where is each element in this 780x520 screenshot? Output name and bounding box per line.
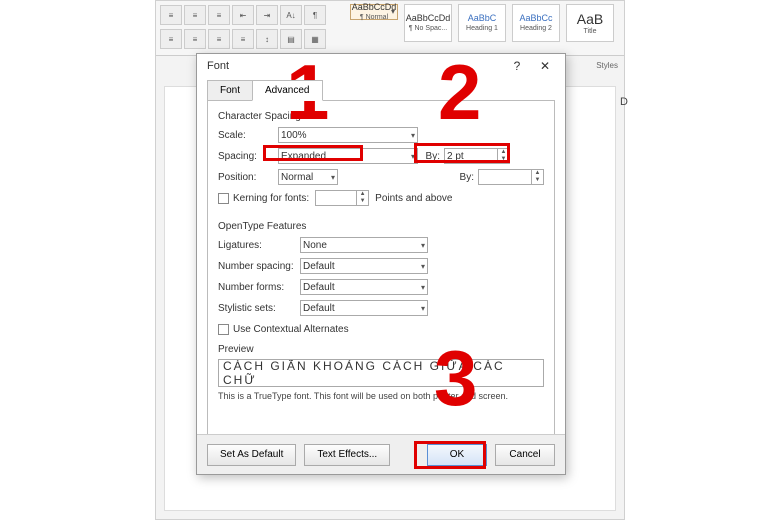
number-forms-dropdown[interactable]: Default — [300, 279, 428, 295]
position-dropdown[interactable]: Normal — [278, 169, 338, 185]
borders-icon[interactable]: ▦ — [304, 29, 326, 49]
sort-icon[interactable]: A↓ — [280, 5, 302, 25]
spinner-icon[interactable]: ▲▼ — [497, 149, 509, 163]
shading-icon[interactable]: ▤ — [280, 29, 302, 49]
spacing-by-label: By: — [422, 151, 440, 162]
scale-dropdown[interactable]: 100% — [278, 127, 418, 143]
spinner-icon[interactable]: ▲▼ — [531, 170, 543, 184]
spacing-dropdown[interactable]: Expanded — [278, 148, 418, 164]
set-as-default-button[interactable]: Set As Default — [207, 444, 296, 466]
kerning-checkbox[interactable] — [218, 193, 229, 204]
stylistic-sets-dropdown[interactable]: Default — [300, 300, 428, 316]
position-by-input[interactable]: ▲▼ — [478, 169, 544, 185]
spacing-label: Spacing: — [218, 151, 278, 162]
ribbon: ≡ ≡ ≡ ⇤ ⇥ A↓ ¶ ≡ ≡ ≡ ≡ ↕ ▤ ▦ AaBbCcDd ¶ … — [156, 1, 624, 56]
number-forms-label: Number forms: — [218, 282, 300, 293]
help-button[interactable]: ? — [503, 54, 531, 78]
close-button[interactable]: ✕ — [531, 54, 559, 78]
styles-group-label: Styles — [596, 61, 618, 70]
ok-button[interactable]: OK — [427, 444, 487, 466]
spinner-icon[interactable]: ▲▼ — [356, 191, 368, 205]
kerning-label: Kerning for fonts: — [233, 193, 309, 204]
number-spacing-dropdown[interactable]: Default — [300, 258, 428, 274]
spacing-by-input[interactable]: 2 pt▲▼ — [444, 148, 510, 164]
contextual-alternates-checkbox[interactable] — [218, 324, 229, 335]
contextual-alternates-label: Use Contextual Alternates — [233, 324, 349, 335]
numbering-icon[interactable]: ≡ — [184, 5, 206, 25]
indent-dec-icon[interactable]: ⇤ — [232, 5, 254, 25]
align-center-icon[interactable]: ≡ — [184, 29, 206, 49]
tab-font[interactable]: Font — [207, 80, 253, 101]
tab-panel-advanced: Character Spacing Scale: 100% Spacing: E… — [207, 100, 555, 442]
font-dialog: Font ? ✕ Font Advanced Character Spacing… — [196, 53, 566, 475]
pilcrow-icon[interactable]: ¶ — [304, 5, 326, 25]
indent-inc-icon[interactable]: ⇥ — [256, 5, 278, 25]
style-heading-1[interactable]: AaBbC Heading 1 — [458, 4, 506, 42]
number-spacing-label: Number spacing: — [218, 261, 300, 272]
style-title[interactable]: AaB Title — [566, 4, 614, 42]
preview-note: This is a TrueType font. This font will … — [218, 391, 544, 401]
preview-label: Preview — [218, 344, 544, 355]
tab-advanced[interactable]: Advanced — [252, 80, 322, 101]
position-label: Position: — [218, 172, 278, 183]
paragraph-group: ≡ ≡ ≡ ⇤ ⇥ A↓ ¶ ≡ ≡ ≡ ≡ ↕ ▤ ▦ — [156, 1, 346, 55]
justify-icon[interactable]: ≡ — [232, 29, 254, 49]
character-spacing-group: Character Spacing — [218, 111, 544, 122]
scale-label: Scale: — [218, 130, 278, 141]
styles-gallery[interactable]: AaBbCcDd ¶ Normal AaBbCcDd ¶ No Spac... … — [346, 1, 618, 55]
style-heading-2[interactable]: AaBbCc Heading 2 — [512, 4, 560, 42]
multilevel-icon[interactable]: ≡ — [208, 5, 230, 25]
align-right-icon[interactable]: ≡ — [208, 29, 230, 49]
dialog-title-text: Font — [207, 54, 229, 78]
cancel-button[interactable]: Cancel — [495, 444, 555, 466]
app-window: ≡ ≡ ≡ ⇤ ⇥ A↓ ¶ ≡ ≡ ≡ ≡ ↕ ▤ ▦ AaBbCcDd ¶ … — [155, 0, 625, 520]
stylistic-sets-label: Stylistic sets: — [218, 303, 300, 314]
style-normal[interactable]: AaBbCcDd ¶ Normal — [350, 4, 398, 20]
dialog-footer: Set As Default Text Effects... OK Cancel — [197, 434, 565, 474]
bullets-icon[interactable]: ≡ — [160, 5, 182, 25]
dialog-tabs: Font Advanced — [207, 80, 565, 101]
ligatures-label: Ligatures: — [218, 240, 300, 251]
ligatures-dropdown[interactable]: None — [300, 237, 428, 253]
align-left-icon[interactable]: ≡ — [160, 29, 182, 49]
kerning-suffix: Points and above — [375, 193, 452, 204]
opentype-group: OpenType Features — [218, 221, 544, 232]
dialog-titlebar[interactable]: Font ? ✕ — [197, 54, 565, 78]
text-effects-button[interactable]: Text Effects... — [304, 444, 390, 466]
style-no-spacing[interactable]: AaBbCcDd ¶ No Spac... — [404, 4, 452, 42]
kerning-input[interactable]: ▲▼ — [315, 190, 369, 206]
preview-box: CÁCH GIÃN KHOẢNG CÁCH GIỮA CÁC CHỮ — [218, 359, 544, 387]
position-by-label: By: — [456, 172, 474, 183]
line-spacing-icon[interactable]: ↕ — [256, 29, 278, 49]
document-text-fragment: D — [620, 96, 630, 108]
